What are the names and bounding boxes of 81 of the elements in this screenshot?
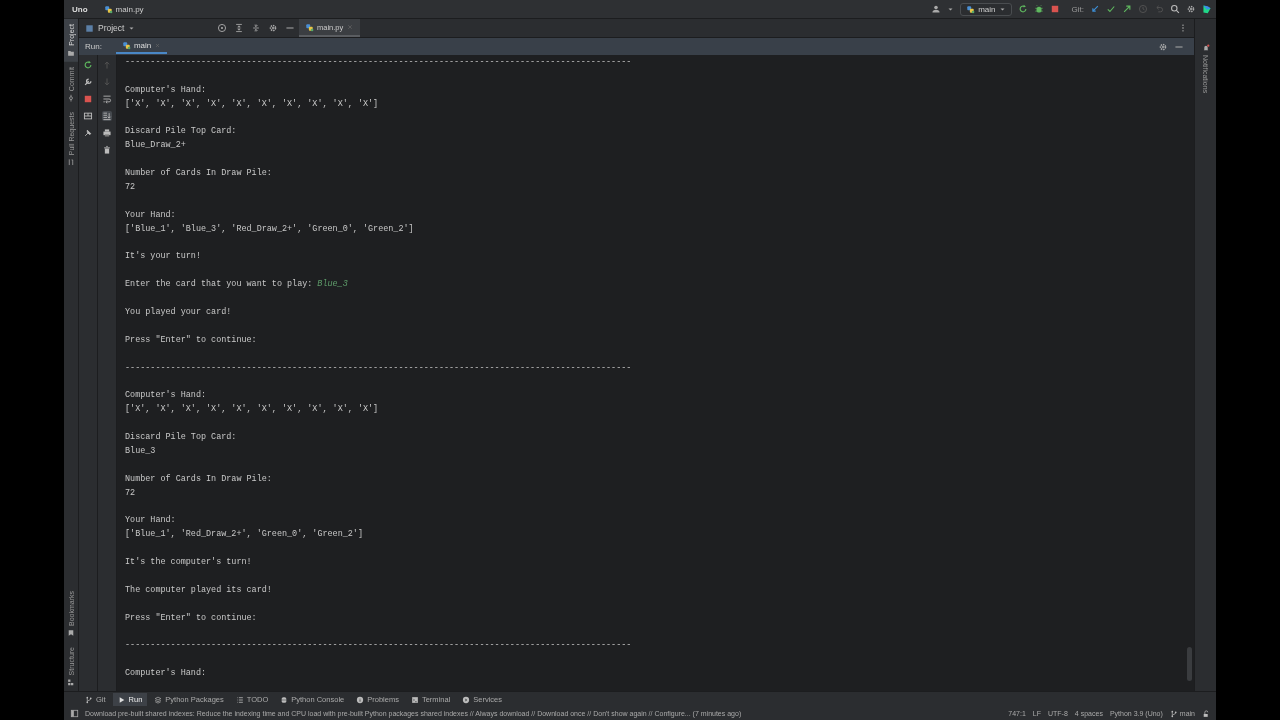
- console-line: You played your card!: [125, 306, 232, 320]
- console-line: ----------------------------------------------------------------------------------------------------: [125, 56, 632, 69]
- console-line: ['Blue_1', 'Red_Draw_2+', 'Green_0', 'Green_2']: [125, 528, 363, 542]
- python-icon: [121, 41, 131, 50]
- python-icon: [966, 4, 976, 14]
- console-line: Computer's Hand:: [125, 667, 206, 681]
- console-line: Blue_3: [125, 444, 156, 458]
- python-file-icon: [305, 22, 314, 32]
- arrow-icon[interactable]: [1090, 4, 1100, 14]
- console-line: Computer's Hand:: [125, 389, 206, 403]
- tab-icon: [67, 628, 75, 637]
- console-line: It's your turn!: [125, 250, 201, 264]
- console-line: ----------------------------------------------------------------------------------------------------: [125, 639, 632, 653]
- expand-all-icon[interactable]: [234, 23, 244, 33]
- console-line: The computer played its card!: [125, 583, 272, 597]
- tab-icon: [154, 695, 163, 704]
- console-line: 72: [125, 181, 136, 194]
- console-line: Computer's Hand:: [125, 83, 206, 97]
- console-line: Enter the card that you want to play:: [125, 278, 313, 292]
- console-line: It's the computer's turn!: [125, 556, 252, 570]
- console-line: Your Hand:: [125, 514, 176, 528]
- layout-icon[interactable]: [83, 111, 93, 121]
- breadcrumb-file[interactable]: main.py: [115, 4, 144, 14]
- console-line: Number of Cards In Draw Pile:: [125, 472, 272, 486]
- console-line: 72: [125, 486, 136, 500]
- panel-toggle-icon[interactable]: [70, 709, 79, 718]
- tab-icon: [462, 695, 471, 704]
- python-file-icon: [103, 4, 113, 14]
- tab-icon: [410, 695, 419, 704]
- settings-icon[interactable]: [268, 23, 278, 33]
- console-line: ['X', 'X', 'X', 'X', 'X', 'X', 'X', 'X', 'X', 'X']: [125, 97, 379, 111]
- wrench-icon[interactable]: [83, 77, 93, 87]
- tab-icon: [117, 695, 126, 704]
- trash-icon[interactable]: [102, 145, 112, 155]
- panel-icon: [85, 23, 94, 33]
- stop-icon[interactable]: [83, 94, 93, 104]
- console-line: ['Blue_1', 'Blue_3', 'Red_Draw_2+', 'Green_0', 'Green_2']: [125, 222, 414, 236]
- app-logo-icon[interactable]: [1202, 4, 1212, 14]
- project-name[interactable]: Uno: [72, 4, 88, 14]
- crosshair-icon[interactable]: [217, 23, 227, 33]
- debug-icon[interactable]: [1033, 4, 1044, 14]
- arrow-icon[interactable]: [1122, 4, 1132, 14]
- scroll-to-end-icon[interactable]: [102, 111, 112, 121]
- tab-icon: [67, 158, 75, 167]
- print-icon[interactable]: [102, 128, 112, 138]
- scrollbar-thumb[interactable]: [1187, 647, 1192, 681]
- tab-icon: [280, 695, 289, 704]
- bell-icon: [1201, 44, 1210, 52]
- tab-icon: [356, 695, 365, 704]
- project-view-dropdown[interactable]: Project: [85, 23, 136, 33]
- user-icon[interactable]: [931, 4, 942, 14]
- tab-icon: [67, 48, 75, 57]
- settings-icon[interactable]: [1158, 41, 1168, 52]
- lock-icon[interactable]: [1202, 709, 1210, 718]
- rerun-icon[interactable]: [83, 60, 93, 70]
- run-config-dropdown[interactable]: main: [960, 2, 1012, 16]
- git-label: Git:: [1071, 4, 1084, 14]
- tab-icon: [235, 695, 244, 704]
- typed-input-text: Blue_3: [317, 278, 348, 292]
- console-line: Press "Enter" to continue:: [125, 333, 257, 347]
- console-line: Discard Pile Top Card:: [125, 125, 237, 139]
- settings-icon[interactable]: [1186, 4, 1196, 14]
- console-line: Discard Pile Top Card:: [125, 431, 237, 445]
- console-line: ----------------------------------------------------------------------------------------------------: [125, 361, 632, 375]
- stop-icon[interactable]: [1049, 4, 1060, 14]
- console-line: Your Hand:: [125, 208, 176, 222]
- collapse-all-icon[interactable]: [251, 23, 261, 33]
- console-line: Blue_Draw_2+: [125, 139, 186, 153]
- run-label: Run:: [85, 42, 102, 51]
- branch-icon: [1169, 709, 1178, 718]
- check-icon[interactable]: [1106, 4, 1116, 14]
- pin-icon[interactable]: [83, 128, 93, 138]
- tab-icon: [67, 678, 75, 686]
- console-line: Number of Cards In Draw Pile:: [125, 167, 272, 181]
- tab-icon: [67, 93, 75, 102]
- rerun-icon[interactable]: [1017, 4, 1028, 14]
- console-line: Press "Enter" to continue:: [125, 611, 257, 625]
- search-icon[interactable]: [1170, 4, 1180, 14]
- tab-icon: [85, 695, 93, 704]
- soft-wrap-icon[interactable]: [102, 94, 112, 104]
- console-line: ['X', 'X', 'X', 'X', 'X', 'X', 'X', 'X', 'X', 'X']: [125, 403, 379, 417]
